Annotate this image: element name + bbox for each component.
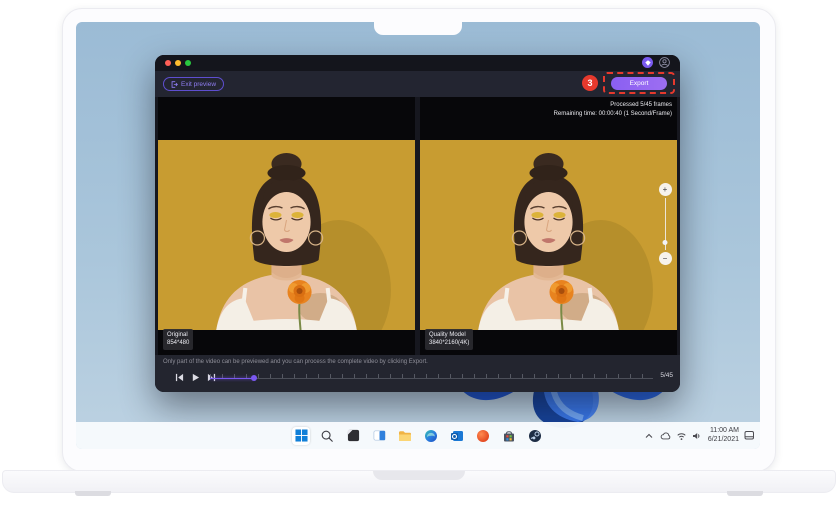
taskbar-search[interactable]	[318, 427, 336, 445]
wifi-icon[interactable]	[676, 430, 687, 441]
clock-date: 6/21/2021	[708, 436, 739, 445]
outlook-icon	[450, 429, 464, 443]
export-highlight-box: Export	[603, 72, 675, 94]
enhanced-panel: Processed 5/45 frames Remaining time: 00…	[420, 97, 677, 355]
taskbar-outlook[interactable]	[448, 427, 466, 445]
taskbar-task-view[interactable]	[344, 427, 362, 445]
widgets-icon	[373, 429, 386, 442]
zoom-control: + −	[658, 183, 672, 265]
edge-icon	[424, 429, 438, 443]
close-button[interactable]	[165, 60, 171, 66]
laptop-foot-left	[75, 491, 111, 496]
page: Exit preview 3 Export Original 85	[0, 0, 836, 506]
timeline-progress	[210, 378, 254, 379]
timeline-handle[interactable]	[251, 375, 257, 381]
taskbar-clock[interactable]: 11:00 AM 6/21/2021	[708, 427, 739, 445]
store-icon	[502, 429, 516, 443]
timeline-track	[210, 378, 653, 379]
exit-icon	[171, 81, 178, 88]
zoom-out-button[interactable]: −	[659, 252, 672, 265]
original-label: Original 854*480	[163, 329, 193, 350]
window-toolbar: Exit preview 3 Export	[155, 71, 680, 97]
exit-preview-button[interactable]: Exit preview	[163, 77, 224, 91]
volume-icon[interactable]	[692, 430, 703, 441]
frame-counter: 5/45	[660, 372, 673, 379]
minimize-button[interactable]	[175, 60, 181, 66]
desktop-wallpaper: Exit preview 3 Export Original 85	[76, 22, 760, 449]
preview-hint: Only part of the video can be previewed …	[163, 359, 428, 365]
step-badge: 3	[582, 75, 598, 91]
zoom-in-button[interactable]: +	[659, 183, 672, 196]
previous-frame-button[interactable]	[175, 373, 184, 382]
laptop-foot-right	[727, 491, 763, 496]
vip-icon[interactable]	[642, 57, 653, 68]
laptop-base-scoop	[373, 471, 465, 480]
original-panel: Original 854*480	[158, 97, 415, 355]
original-video	[158, 140, 415, 330]
system-tray: 11:00 AM 6/21/2021	[644, 422, 755, 449]
app-window: Exit preview 3 Export Original 85	[155, 55, 680, 392]
playback-bar: Only part of the video can be previewed …	[155, 355, 680, 392]
onedrive-cloud-icon[interactable]	[660, 430, 671, 441]
taskbar-edge[interactable]	[422, 427, 440, 445]
taskbar-widgets[interactable]	[370, 427, 388, 445]
quality-model-label: Quality Model 3840*2160(4K)	[425, 329, 473, 350]
chevron-up-icon[interactable]	[644, 430, 655, 441]
remaining-time: Remaining time: 00:00:40 (1 Second/Frame…	[554, 110, 672, 119]
search-icon	[320, 429, 334, 443]
orange-app-icon	[476, 429, 490, 443]
task-view-icon	[347, 429, 360, 442]
taskbar-file-explorer[interactable]	[396, 427, 414, 445]
start-button[interactable]	[292, 427, 310, 445]
fullscreen-button[interactable]	[185, 60, 191, 66]
clock-time: 11:00 AM	[708, 427, 739, 436]
taskbar-orange-app[interactable]	[474, 427, 492, 445]
account-icon[interactable]	[659, 57, 670, 68]
taskbar: 11:00 AM 6/21/2021	[76, 422, 760, 449]
taskbar-steam[interactable]	[526, 427, 544, 445]
notifications-icon[interactable]	[744, 430, 755, 441]
laptop-base	[2, 470, 836, 493]
zoom-slider[interactable]	[659, 198, 672, 250]
timeline-slider[interactable]	[210, 374, 653, 382]
steam-icon	[528, 429, 542, 443]
processed-frames: Processed 5/45 frames	[554, 101, 672, 110]
processing-status: Processed 5/45 frames Remaining time: 00…	[554, 101, 672, 120]
windows-start-icon	[295, 429, 308, 442]
export-button[interactable]: Export	[611, 77, 667, 90]
exit-preview-label: Exit preview	[181, 81, 216, 88]
window-titlebar	[155, 55, 680, 71]
enhanced-video	[420, 140, 677, 330]
preview-area: Original 854*480 Processed 5/45 frames R…	[158, 97, 677, 355]
laptop-frame: Exit preview 3 Export Original 85	[62, 8, 776, 472]
play-button[interactable]	[191, 373, 200, 382]
camera-notch	[374, 22, 462, 35]
file-explorer-icon	[398, 429, 412, 443]
zoom-slider-handle[interactable]	[663, 240, 668, 245]
taskbar-store[interactable]	[500, 427, 518, 445]
